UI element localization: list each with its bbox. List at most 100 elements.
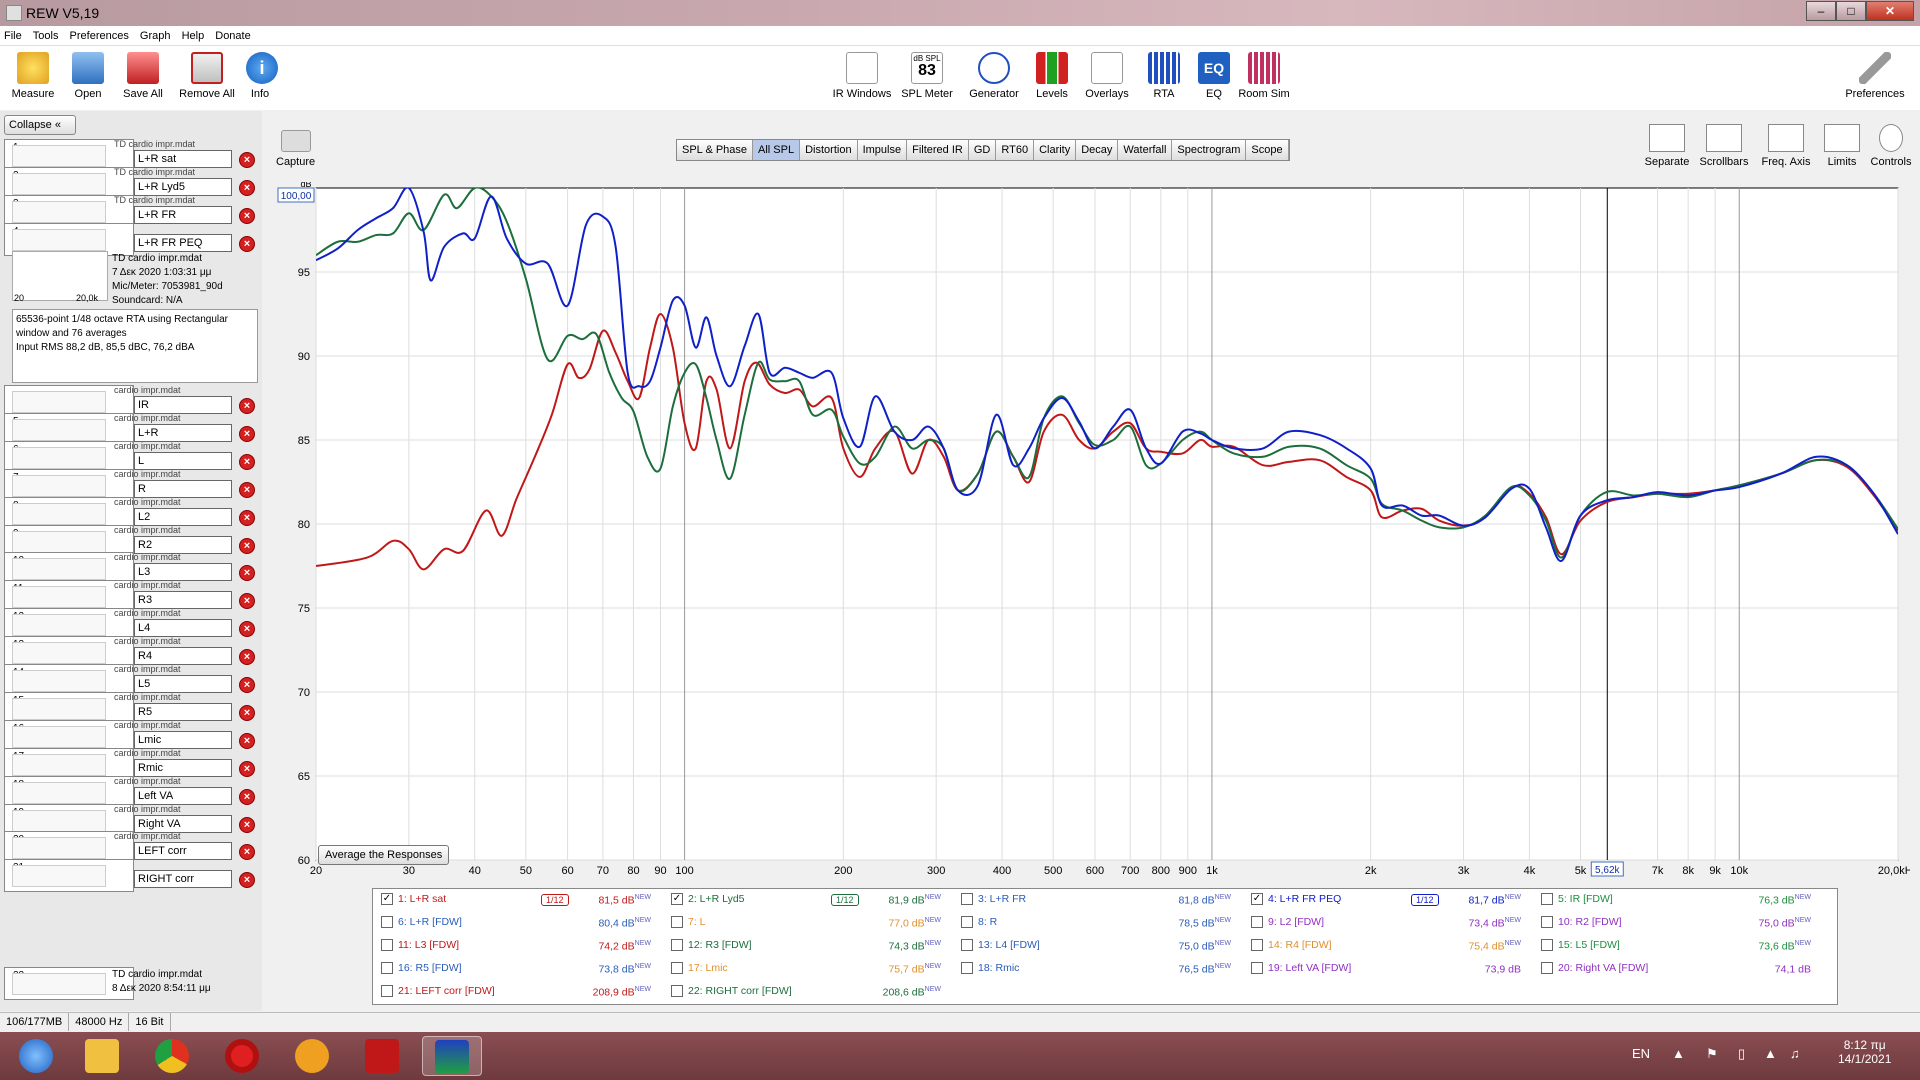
measurement-name-field[interactable]: LEFT corr (134, 842, 232, 861)
measurement-name-field[interactable]: L+R FR PEQ (134, 234, 232, 252)
graph-tab-8[interactable]: Decay (1076, 140, 1119, 160)
legend-checkbox[interactable] (671, 985, 683, 998)
remove-measurement-icon[interactable]: × (239, 180, 255, 196)
remove-measurement-icon[interactable]: × (239, 649, 255, 666)
remove-measurement-icon[interactable]: × (239, 509, 255, 526)
legend-checkbox[interactable] (381, 939, 393, 952)
measurement-name-field[interactable]: Rmic (134, 758, 232, 777)
overlays-button[interactable]: Overlays (1082, 52, 1132, 100)
graph-tab-9[interactable]: Waterfall (1118, 140, 1173, 160)
menu-graph[interactable]: Graph (136, 26, 175, 42)
remove-measurement-icon[interactable]: × (239, 621, 255, 638)
legend-checkbox[interactable] (1251, 962, 1263, 975)
remove-measurement-icon[interactable]: × (239, 537, 255, 554)
remove-measurement-icon[interactable]: × (239, 760, 255, 777)
measurement-item-22[interactable]: 22 TD cardio impr.mdat 8 Δεκ 2020 8:54:1… (4, 967, 260, 1000)
info-button[interactable]: i Info (246, 52, 278, 100)
measurement-name-field[interactable]: Right VA (134, 814, 232, 833)
graph-tab-5[interactable]: GD (968, 140, 997, 160)
remove-measurement-icon[interactable]: × (239, 593, 255, 610)
capture-button[interactable]: Capture (276, 130, 315, 168)
graph-tab-6[interactable]: RT60 (996, 140, 1035, 160)
collapse-button[interactable]: Collapse « (4, 115, 76, 135)
volume-icon[interactable]: ♫ (1790, 1046, 1800, 1061)
eq-button[interactable]: EQ EQ (1196, 52, 1232, 100)
measurement-name-field[interactable]: Left VA (134, 786, 232, 805)
measurement-name-field[interactable]: L+R FR (134, 206, 232, 224)
legend-checkbox[interactable] (1541, 893, 1553, 906)
measurement-name-field[interactable]: IR (134, 396, 232, 414)
legend-checkbox[interactable]: ✓ (1251, 893, 1263, 906)
menu-donate[interactable]: Donate (211, 26, 254, 42)
rta-button[interactable]: RTA (1146, 52, 1182, 100)
freq-axis-button[interactable]: Freq. Axis (1758, 124, 1814, 168)
graph-tab-3[interactable]: Impulse (857, 140, 908, 160)
measurement-name-field[interactable]: L3 (134, 563, 232, 582)
remove-measurement-icon[interactable]: × (239, 677, 255, 693)
spl-graph[interactable]: 60 65 70 75 80 85 90 95 20 30 40 50 60 70 80 90 100 200 30… (270, 182, 1910, 882)
ir-windows-button[interactable]: IR Windows (832, 52, 892, 100)
legend-checkbox[interactable] (1541, 962, 1553, 975)
open-button[interactable]: Open (70, 52, 106, 100)
maximize-button[interactable]: □ (1836, 1, 1866, 21)
remove-measurement-icon[interactable]: × (239, 208, 255, 224)
measurement-name-field[interactable]: R4 (134, 647, 232, 666)
device-icon[interactable]: ▯ (1738, 1046, 1745, 1062)
remove-measurement-icon[interactable]: × (239, 425, 255, 442)
measurement-name-field[interactable]: L (134, 451, 232, 470)
taskbar-chrome[interactable] (142, 1036, 202, 1076)
generator-button[interactable]: Generator (966, 52, 1022, 100)
limits-button[interactable]: Limits (1822, 124, 1862, 168)
remove-measurement-icon[interactable]: × (239, 398, 255, 414)
scrollbars-button[interactable]: Scrollbars (1698, 124, 1750, 168)
remove-measurement-icon[interactable]: × (239, 453, 255, 470)
remove-measurement-icon[interactable]: × (239, 565, 255, 582)
measurement-name-field[interactable]: L2 (134, 507, 232, 526)
legend-checkbox[interactable] (671, 939, 683, 952)
graph-tab-7[interactable]: Clarity (1034, 140, 1077, 160)
remove-measurement-icon[interactable]: × (239, 704, 255, 721)
menu-preferences[interactable]: Preferences (66, 26, 133, 42)
controls-button[interactable]: Controls (1866, 124, 1916, 168)
smoothing-button[interactable]: 1/12 (831, 894, 859, 906)
legend-checkbox[interactable] (961, 916, 973, 929)
legend-checkbox[interactable] (381, 962, 393, 975)
remove-measurement-icon[interactable]: × (239, 872, 255, 889)
graph-tab-2[interactable]: Distortion (800, 140, 858, 160)
remove-measurement-icon[interactable]: × (239, 816, 255, 833)
taskbar-rew[interactable] (422, 1036, 482, 1076)
measurement-name-field[interactable]: R (134, 479, 232, 498)
measurement-name-field[interactable]: L5 (134, 675, 232, 693)
legend-checkbox[interactable] (1251, 939, 1263, 952)
network-icon[interactable]: ▲ (1764, 1046, 1777, 1061)
remove-measurement-icon[interactable]: × (239, 236, 255, 252)
legend-checkbox[interactable] (1251, 916, 1263, 929)
legend-checkbox[interactable] (961, 939, 973, 952)
measurement-name-field[interactable]: L4 (134, 619, 232, 638)
legend-checkbox[interactable]: ✓ (671, 893, 683, 906)
smoothing-button[interactable]: 1/12 (1411, 894, 1439, 906)
spl-meter-button[interactable]: dB SPL 83 SPL Meter (900, 52, 954, 100)
levels-button[interactable]: Levels (1034, 52, 1070, 100)
taskbar-explorer[interactable] (72, 1036, 132, 1076)
remove-all-button[interactable]: Remove All (178, 52, 236, 100)
remove-measurement-icon[interactable]: × (239, 732, 255, 749)
legend-checkbox[interactable] (381, 916, 393, 929)
remove-measurement-icon[interactable]: × (239, 152, 255, 168)
room-sim-button[interactable]: Room Sim (1238, 52, 1290, 100)
graph-tab-11[interactable]: Scope (1246, 140, 1289, 160)
measurement-name-field[interactable]: L+R sat (134, 150, 232, 168)
remove-measurement-icon[interactable]: × (239, 844, 255, 861)
start-button[interactable] (6, 1036, 66, 1076)
average-responses-button[interactable]: Average the Responses (318, 845, 450, 865)
taskbar-app-5[interactable] (352, 1036, 412, 1076)
close-button[interactable]: ✕ (1866, 1, 1914, 21)
taskbar-app-4[interactable] (282, 1036, 342, 1076)
graph-tab-0[interactable]: SPL & Phase (677, 140, 754, 160)
separate-button[interactable]: Separate (1644, 124, 1690, 168)
measurement-name-field[interactable]: L+R (134, 423, 232, 442)
legend-checkbox[interactable] (671, 916, 683, 929)
menu-help[interactable]: Help (178, 26, 209, 42)
legend-checkbox[interactable] (1541, 916, 1553, 929)
tray-arrow-icon[interactable]: ▲ (1672, 1046, 1685, 1061)
